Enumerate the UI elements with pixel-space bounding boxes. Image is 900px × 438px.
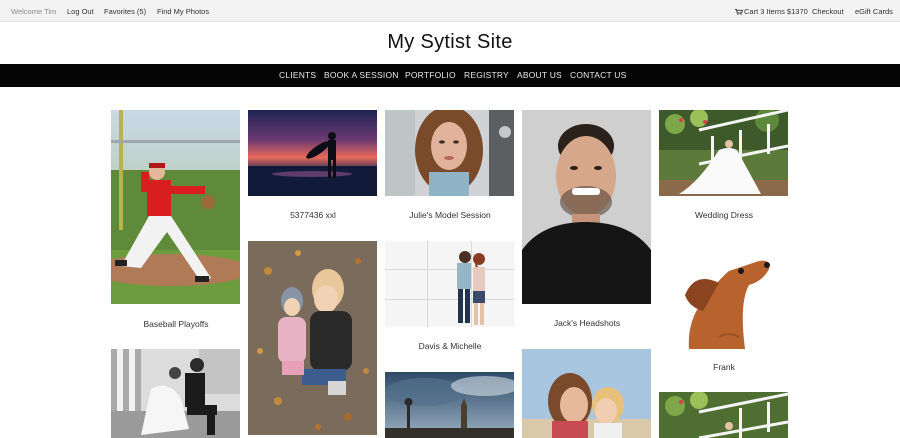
nav-clients[interactable]: CLIENTS [279,70,316,80]
cart-icon [735,9,743,15]
photo-wedding-dress[interactable] [659,110,788,196]
welcome-text: Welcome Tim [11,7,57,16]
photo-couple-bw[interactable] [111,349,240,438]
cart-link[interactable]: Cart 3 Items $1370 [735,7,808,16]
caption-davis-michelle[interactable]: Davis & Michelle [385,341,515,351]
photo-frank-dog[interactable] [659,241,788,349]
caption-baseball-playoffs[interactable]: Baseball Playoffs [111,319,241,329]
photo-surfer-sunset[interactable] [248,110,377,196]
nav-contact-us[interactable]: CONTACT US [570,70,626,80]
caption-frank[interactable]: Frank [659,362,789,372]
egift-cards-link[interactable]: eGift Cards [855,7,893,16]
find-my-photos-link[interactable]: Find My Photos [157,7,209,16]
nav-about-us[interactable]: ABOUT US [517,70,562,80]
nav-registry[interactable]: REGISTRY [464,70,509,80]
photo-mother-child-autumn[interactable] [248,241,377,435]
top-utility-bar: Welcome Tim Log Out Favorites (5) Find M… [0,0,900,22]
caption-julies-model-session[interactable]: Julie's Model Session [385,210,515,220]
logout-link[interactable]: Log Out [67,7,94,16]
photo-julie-model[interactable] [385,110,514,196]
photo-davis-michelle[interactable] [385,241,514,327]
photo-wedding-dress-2[interactable] [659,392,788,438]
favorites-link[interactable]: Favorites (5) [104,7,146,16]
checkout-link[interactable]: Checkout [812,7,844,16]
caption-5377436-xxl[interactable]: 5377436 xxl [248,210,378,220]
main-nav: CLIENTS BOOK A SESSION PORTFOLIO REGISTR… [0,64,900,87]
caption-jacks-headshots[interactable]: Jack's Headshots [522,318,652,328]
site-title[interactable]: My Sytist Site [0,31,900,54]
photo-mother-daughter-beach[interactable] [522,349,651,438]
nav-portfolio[interactable]: PORTFOLIO [405,70,456,80]
photo-jacks-headshots[interactable] [522,110,651,304]
nav-book-a-session[interactable]: BOOK A SESSION [324,70,399,80]
photo-baseball-playoffs[interactable] [111,110,240,304]
photo-london-skyline[interactable] [385,372,514,438]
caption-wedding-dress[interactable]: Wedding Dress [659,210,789,220]
cart-label: Cart 3 Items $1370 [744,7,808,16]
